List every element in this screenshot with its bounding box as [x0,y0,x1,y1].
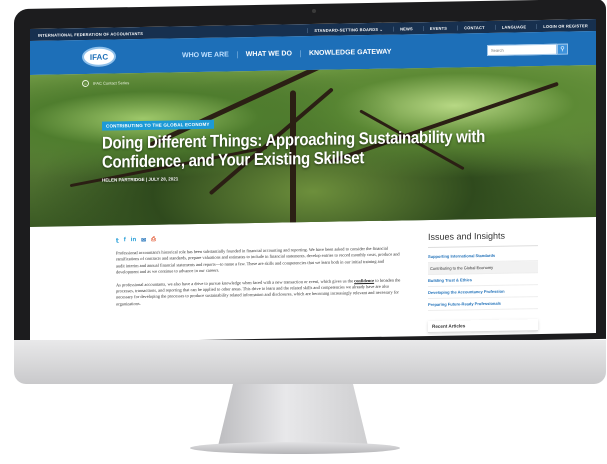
monitor-stand [218,384,368,446]
email-icon[interactable]: ✉ [141,237,146,244]
article-paragraph: Professional accountant's historical rol… [116,245,400,275]
breadcrumb-label[interactable]: IFAC Contact Series [93,80,129,86]
linkedin-icon[interactable]: in [131,237,136,244]
search-input[interactable] [487,43,557,56]
search-icon[interactable]: ⚲ [557,43,568,55]
monitor-chin [14,340,606,384]
recent-articles-heading: Recent Articles [428,319,538,333]
nav-news[interactable]: NEWS [393,25,413,32]
print-icon[interactable]: ⎙ [151,237,156,244]
share-bar: 𝕥 f in ✉ ⎙ [116,232,404,245]
nav-standard-setting-boards[interactable]: STANDARD-SETTING BOARDS ⌄ [307,26,384,33]
breadcrumb: ⌂ IFAC Contact Series [82,79,129,88]
monitor-foot [190,442,400,454]
nav-language[interactable]: LANGUAGE [494,23,527,30]
sidebar: Issues and Insights Supporting Internati… [428,230,538,336]
ifac-logo[interactable]: IFAC [82,46,116,68]
twitter-icon[interactable]: 𝕥 [116,237,119,244]
webcam [312,9,316,13]
nav-who-we-are[interactable]: WHO WE ARE [174,51,237,59]
org-name: INTERNATIONAL FEDERATION OF ACCOUNTANTS [38,30,144,38]
desktop-scene: INTERNATIONAL FEDERATION OF ACCOUNTANTS … [0,0,607,464]
content-area: 𝕥 f in ✉ ⎙ Professional accountant's his… [30,217,596,343]
article-paragraph: As professional accountants, we also hav… [116,277,401,307]
facebook-icon[interactable]: f [124,237,126,244]
home-icon[interactable]: ⌂ [82,79,89,88]
confidence-link[interactable]: confidence [354,278,374,283]
nav-what-we-do[interactable]: WHAT WE DO [236,49,300,58]
browser-screen: INTERNATIONAL FEDERATION OF ACCOUNTANTS … [30,19,596,343]
nav-login[interactable]: LOGIN OR REGISTER [536,22,588,29]
main-nav: WHO WE ARE WHAT WE DO KNOWLEDGE GATEWAY [174,47,400,59]
nav-contact[interactable]: CONTACT [457,24,485,30]
hero-banner: ⌂ IFAC Contact Series CONTRIBUTING TO TH… [30,65,596,227]
sidebar-heading: Issues and Insights [428,230,538,248]
sidebar-item-future-ready[interactable]: Preparing Future-Ready Professionals [428,297,538,311]
article-body: 𝕥 f in ✉ ⎙ Professional accountant's his… [116,232,404,341]
search-box: ⚲ [487,43,568,56]
topic-tag[interactable]: CONTRIBUTING TO THE GLOBAL ECONOMY [102,119,214,131]
byline: HELEN PARTRIDGE | JULY 28, 2021 [102,176,179,183]
nav-knowledge-gateway[interactable]: KNOWLEDGE GATEWAY [299,47,400,57]
nav-events[interactable]: EVENTS [422,25,448,31]
page-title: Doing Different Things: Approaching Sust… [102,126,486,172]
